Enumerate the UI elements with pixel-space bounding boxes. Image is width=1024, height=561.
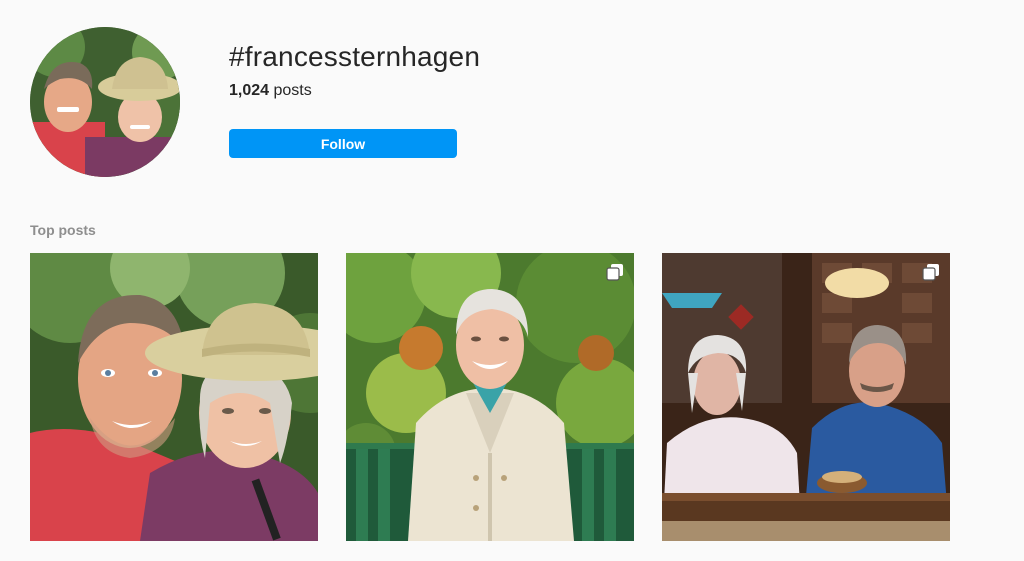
top-post-1[interactable] [30, 253, 318, 541]
hashtag-page: #francessternhagen 1,024 posts Follow To… [0, 0, 1024, 561]
multiple-images-icon [922, 264, 939, 281]
hashtag-avatar [30, 27, 180, 177]
posts-count-value: 1,024 [229, 82, 270, 99]
top-post-2[interactable] [346, 253, 634, 541]
follow-button[interactable]: Follow [229, 129, 457, 158]
hashtag-title: #francessternhagen [229, 41, 481, 72]
posts-count: 1,024 posts [229, 82, 312, 100]
top-posts-title: Top posts [30, 222, 96, 238]
multiple-images-icon [606, 264, 623, 281]
posts-count-suffix: posts [269, 82, 312, 99]
top-post-3[interactable] [662, 253, 950, 541]
